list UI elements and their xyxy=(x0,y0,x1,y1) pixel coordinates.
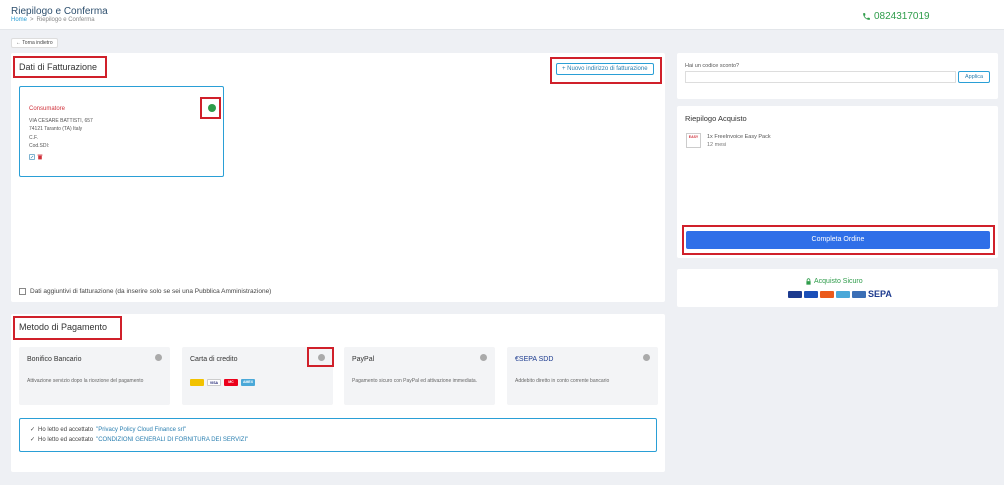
amex-logo-icon xyxy=(836,290,850,298)
payment-method-desc: Pagamento sicuro con PayPal ed attivazio… xyxy=(352,378,478,384)
discount-code-input[interactable] xyxy=(685,71,956,83)
annotation-box-complete-order xyxy=(682,225,995,255)
payment-radio[interactable] xyxy=(480,354,487,361)
card-actions xyxy=(29,154,43,160)
terms-acceptance-box: ✓ Ho letto ed accettato "Privacy Policy … xyxy=(19,418,657,452)
accept-conditions[interactable]: ✓ Ho letto ed accettato "CONDIZIONI GENE… xyxy=(30,436,248,444)
payment-radio[interactable] xyxy=(155,354,162,361)
billing-address-card[interactable]: Consumatore VIA CESARE BATTISTI, 657 741… xyxy=(19,86,224,177)
page-title: Riepilogo e Conferma xyxy=(11,6,108,17)
accept-prefix: Ho letto ed accettato xyxy=(38,426,94,433)
privacy-policy-link[interactable]: "Privacy Policy Cloud Finance srl" xyxy=(96,427,186,433)
payment-logos: SEPA xyxy=(788,289,892,299)
extra-billing-checkbox[interactable] xyxy=(19,288,26,295)
billing-cf: C.F. xyxy=(29,135,38,141)
extra-billing-label: Dati aggiuntivi di fatturazione (da inse… xyxy=(30,288,272,295)
top-header: Riepilogo e Conferma Home > Riepilogo e Co… xyxy=(0,0,1004,30)
breadcrumb-home-link[interactable]: Home xyxy=(11,17,27,23)
mastercard-logo-icon: MC xyxy=(224,379,238,386)
check-icon: ✓ xyxy=(30,427,36,433)
breadcrumb: Home > Riepilogo e Conferma xyxy=(11,17,95,23)
visa-logo-icon xyxy=(804,290,818,298)
summary-title: Riepilogo Acquisto xyxy=(685,114,747,123)
edit-icon[interactable] xyxy=(29,154,35,160)
lock-icon xyxy=(806,278,811,285)
secure-label: Acquisto Sicuro xyxy=(814,278,863,285)
payment-method-paypal[interactable]: PayPal Pagamento sicuro con PayPal ed at… xyxy=(344,347,495,405)
payment-method-bank-transfer[interactable]: Bonifico Bancario Attivazione servizio d… xyxy=(19,347,170,405)
payment-method-title: €SEPA SDD xyxy=(515,356,554,363)
delete-icon[interactable] xyxy=(37,154,43,160)
phone-icon xyxy=(863,13,870,20)
payment-method-desc: Addebito diretto in conto corrente banca… xyxy=(515,378,610,384)
product-name: 1x FreeInvoice Easy Pack xyxy=(707,134,771,140)
payment-radio[interactable] xyxy=(643,354,650,361)
check-icon: ✓ xyxy=(30,437,36,443)
accept-privacy[interactable]: ✓ Ho letto ed accettato "Privacy Policy … xyxy=(30,426,186,434)
annotation-box-selected-radio xyxy=(200,97,221,119)
amex-logo-icon: AMEX xyxy=(241,379,255,386)
visa-logo-icon: VISA xyxy=(207,379,221,386)
apply-discount-button[interactable]: Applica xyxy=(958,71,990,83)
card-logos: VISA MC AMEX xyxy=(190,379,255,386)
payment-method-desc: Attivazione servizio dopo la ricezione d… xyxy=(27,378,144,384)
phone-number: 0824317019 xyxy=(874,11,930,22)
billing-name: Consumatore xyxy=(29,106,66,112)
phone-contact[interactable]: 0824317019 xyxy=(862,11,930,22)
payment-method-title: Carta di credito xyxy=(190,356,238,363)
annotation-box-payment-title xyxy=(13,316,122,340)
payment-method-sepa[interactable]: €SEPA SDD Addebito diretto in conto corr… xyxy=(507,347,658,405)
breadcrumb-current: Riepilogo e Conferma xyxy=(36,17,95,23)
secure-purchase: Acquisto Sicuro xyxy=(805,278,863,285)
discount-label: Hai un codice sconto? xyxy=(685,63,740,69)
back-button[interactable]: ← Torna indietro xyxy=(11,38,58,48)
conditions-link[interactable]: "CONDIZIONI GENERALI DI FORNITURA DEI SE… xyxy=(96,437,248,443)
accept-prefix: Ho letto ed accettato xyxy=(38,436,94,443)
billing-sdi: Cod.SDI: xyxy=(29,143,50,149)
payment-method-title: Bonifico Bancario xyxy=(27,356,82,363)
annotation-box-credit-card-radio xyxy=(307,347,334,367)
mastercard-logo-icon xyxy=(820,290,834,298)
secure-panel xyxy=(677,269,998,307)
billing-city: 74121 Taranto (TA) Italy xyxy=(29,126,83,132)
card-logo-icon xyxy=(852,290,866,298)
extra-billing-option[interactable]: Dati aggiuntivi di fatturazione (da inse… xyxy=(19,288,271,295)
annotation-box-new-address xyxy=(550,57,662,84)
product-duration: 12 mesi xyxy=(707,142,727,148)
breadcrumb-separator: > xyxy=(30,17,34,23)
billing-address: VIA CESARE BATTISTI, 657 xyxy=(29,118,93,124)
annotation-box-billing-title xyxy=(13,56,107,78)
product-thumbnail: EASY xyxy=(686,133,701,148)
paypal-logo-icon xyxy=(788,290,802,298)
generic-card-logo-icon xyxy=(190,379,204,386)
payment-method-title: PayPal xyxy=(352,356,375,363)
sepa-logo: SEPA xyxy=(868,289,892,299)
